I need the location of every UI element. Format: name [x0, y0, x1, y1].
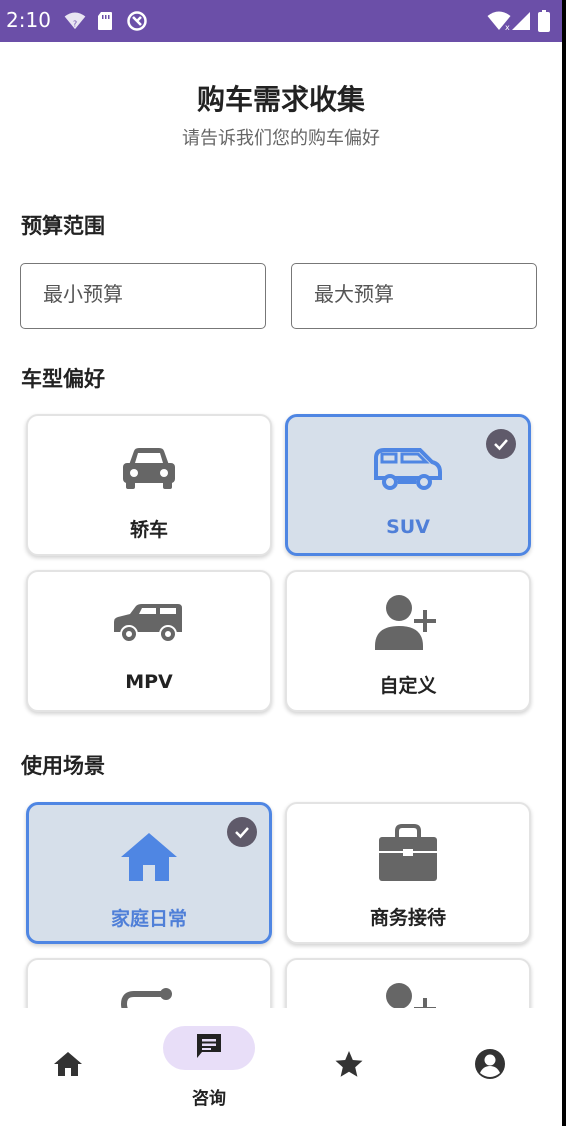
route-icon	[28, 986, 270, 1008]
sync-icon	[126, 10, 148, 32]
status-bar: 2:10 ? x	[0, 0, 562, 42]
sedan-icon	[28, 442, 270, 494]
check-icon	[486, 429, 516, 459]
star-icon	[334, 1049, 364, 1083]
budget-section-label: 预算范围	[21, 214, 105, 238]
status-time: 2:10	[6, 8, 51, 32]
nav-item-favorites[interactable]	[279, 1008, 419, 1126]
usage-route-card[interactable]	[26, 958, 272, 1008]
car-type-label: MPV	[125, 671, 173, 693]
wifi-signal-icon: x	[487, 10, 511, 32]
svg-text:x: x	[505, 23, 510, 31]
nav-label: 咨询	[192, 1089, 226, 1109]
account-icon	[474, 1048, 506, 1084]
usage-family-card[interactable]: 家庭日常	[26, 802, 272, 944]
usage-label: 家庭日常	[110, 908, 187, 930]
usage-business-card[interactable]: 商务接待	[285, 802, 531, 944]
nav-item-account[interactable]	[420, 1008, 560, 1126]
car-type-label: SUV	[386, 516, 430, 538]
sd-card-icon	[97, 10, 113, 32]
car-type-mpv-card[interactable]: MPV	[26, 570, 272, 712]
min-budget-field[interactable]	[20, 263, 266, 329]
max-budget-input[interactable]	[314, 282, 514, 306]
car-type-sedan-card[interactable]: 轿车	[26, 414, 272, 556]
person-add-icon	[287, 980, 529, 1008]
nav-item-consult[interactable]: 咨询	[139, 1008, 279, 1126]
app-screen: 2:10 ? x 购车需求收集 请告诉我们您的购车偏好 预算范围 车型偏好	[0, 0, 562, 1126]
cell-signal-icon	[511, 10, 531, 32]
bottom-navigation: 咨询	[0, 1008, 562, 1126]
car-type-label: 轿车	[129, 519, 168, 541]
screen-edge	[562, 0, 566, 1126]
car-type-custom-card[interactable]: 自定义	[285, 570, 531, 712]
mpv-icon	[28, 598, 270, 650]
svg-text:?: ?	[73, 18, 77, 28]
page-title: 购车需求收集	[196, 83, 365, 116]
usage-label: 商务接待	[369, 907, 446, 929]
check-icon	[227, 817, 257, 847]
briefcase-icon	[287, 822, 529, 886]
max-budget-field[interactable]	[291, 263, 537, 329]
chat-icon	[194, 1031, 224, 1065]
person-add-icon	[287, 592, 529, 654]
usage-section-label: 使用场景	[21, 754, 105, 778]
car-type-suv-card[interactable]: SUV	[285, 414, 531, 556]
home-icon	[53, 1050, 83, 1082]
min-budget-input[interactable]	[43, 282, 243, 306]
car-type-section-label: 车型偏好	[21, 367, 105, 391]
battery-icon	[538, 10, 550, 32]
nav-item-home[interactable]	[0, 1008, 138, 1126]
car-type-label: 自定义	[379, 675, 437, 697]
wifi-question-icon: ?	[64, 10, 86, 32]
options-scroll-area[interactable]: 轿车 SUV MPV 自定义 使用场景 家庭日常 商务接待	[0, 400, 562, 1008]
usage-custom-card[interactable]	[285, 958, 531, 1008]
page-subtitle: 请告诉我们您的购车偏好	[182, 128, 380, 149]
